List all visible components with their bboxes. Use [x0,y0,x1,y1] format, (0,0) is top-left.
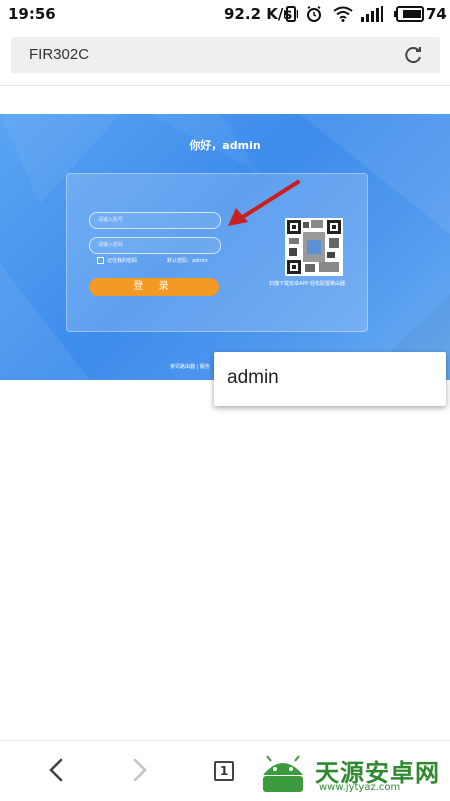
qr-caption: 扫描下载安卓APP 轻松配置路由器 [269,281,346,287]
autocomplete-suggestion[interactable]: admin [227,367,279,389]
signal-icon [361,6,383,22]
remember-label: 记住我的密码 [107,258,138,264]
alarm-icon [307,6,321,22]
battery-level: 74 [426,5,447,23]
annotation-arrow [228,180,300,226]
clock: 19:56 [8,5,56,23]
network-speed: 92.2 K/s [224,5,293,23]
page-title[interactable]: FIR302C [29,46,89,63]
router-login-page: 你好，admin 请输入账号 请输入密码 记住我的密码 默认密码：admin 登… [0,114,450,380]
password-placeholder: 请输入密码 [98,242,124,248]
address-bar[interactable]: FIR302C [11,37,440,73]
refresh-icon[interactable] [403,45,423,65]
remember-checkbox[interactable] [97,257,104,264]
default-password-hint: 默认密码：admin [167,258,208,264]
tabs-button[interactable]: 1 [214,761,234,781]
greeting: 你好，admin [189,139,261,152]
browser-bottom-bar: 1 天源安卓网 www.jytyaz.com [0,740,450,801]
site-watermark: 天源安卓网 www.jytyaz.com [257,753,447,795]
wifi-icon [333,6,353,22]
username-input[interactable]: 请输入账号 [89,212,221,229]
back-icon[interactable] [44,755,68,785]
watermark-url: www.jytyaz.com [319,782,401,793]
username-placeholder: 请输入账号 [98,217,124,223]
status-bar: 19:56 92.2 K/s 74 [0,0,450,28]
forward-icon[interactable] [128,755,152,785]
page-footer: 斐讯路由器 | 服务 [170,364,210,370]
login-button[interactable]: 登 录 [89,278,219,296]
android-logo-icon [263,755,303,792]
remember-password[interactable]: 记住我的密码 [97,257,137,264]
autocomplete-dropdown: admin [214,352,446,406]
vibrate-icon [284,6,298,22]
password-input[interactable]: 请输入密码 [89,237,221,254]
battery-icon [394,6,424,22]
login-card: 请输入账号 请输入密码 记住我的密码 默认密码：admin 登 录 扫描下载安卓… [66,173,368,332]
divider [0,85,450,86]
